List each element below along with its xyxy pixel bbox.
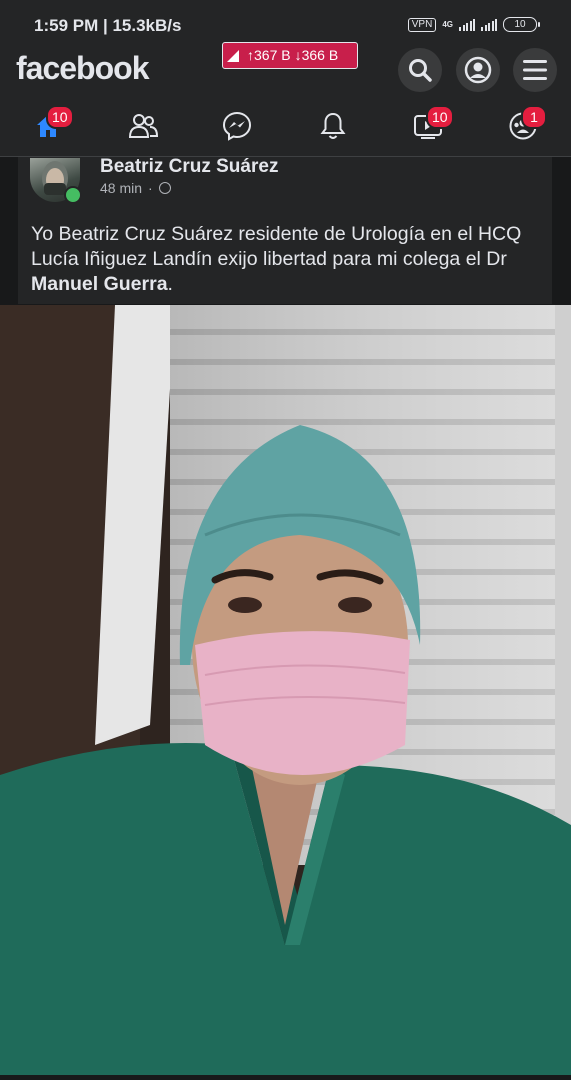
bell-icon [320, 112, 346, 139]
tab-messenger[interactable] [215, 108, 259, 144]
nav-tabs: 10 10 1 [0, 96, 571, 157]
search-button[interactable] [398, 48, 442, 92]
network-speed-badge: ↑367 B ↓366 B [222, 42, 358, 69]
online-status-dot [64, 186, 82, 204]
groups-badge: 1 [521, 105, 547, 129]
tab-notifications[interactable] [311, 108, 355, 144]
post-text-main: Yo Beatriz Cruz Suárez residente de Urol… [31, 223, 522, 270]
speed-down: ↓366 B [294, 47, 339, 63]
facebook-logo[interactable]: facebook [16, 50, 149, 87]
messenger-icon [222, 111, 252, 141]
post-text-end: . [167, 273, 173, 295]
home-badge: 10 [46, 105, 74, 129]
post-photo[interactable] [0, 305, 571, 1075]
globe-icon [158, 182, 171, 194]
tab-friends[interactable] [121, 108, 165, 144]
status-indicators: VPN 4G 10 [407, 17, 540, 32]
tab-groups[interactable]: 1 [501, 105, 547, 144]
tab-home[interactable]: 10 [26, 105, 74, 144]
friends-icon [128, 114, 159, 138]
selfie-illustration [0, 305, 571, 1075]
signal-triangle-icon [227, 49, 239, 62]
meta-separator: · [148, 180, 153, 196]
tab-watch[interactable]: 10 [406, 105, 454, 144]
bottom-strip [0, 1075, 571, 1080]
watch-badge: 10 [426, 105, 454, 129]
battery-icon: 10 [503, 17, 540, 32]
search-icon [409, 59, 432, 82]
post-meta: 48 min · [100, 180, 171, 196]
network-type: 4G [442, 19, 453, 29]
signal-icon-2 [481, 18, 497, 31]
post-time[interactable]: 48 min [100, 180, 142, 196]
profile-button[interactable] [456, 48, 500, 92]
post-text-mention[interactable]: Manuel Guerra [31, 273, 168, 295]
signal-icon [459, 18, 475, 31]
speed-up: ↑367 B [247, 47, 291, 63]
status-bar: 1:59 PM | 15.3kB/s VPN 4G 10 [0, 0, 571, 48]
post-text: Yo Beatriz Cruz Suárez residente de Urol… [31, 222, 536, 297]
status-time-speed: 1:59 PM | 15.3kB/s [34, 16, 182, 35]
app-header: facebook ↑367 B ↓366 B [0, 42, 571, 96]
menu-button[interactable] [513, 48, 557, 92]
profile-icon [464, 56, 492, 84]
vpn-indicator: VPN [407, 17, 437, 32]
post-author-name[interactable]: Beatriz Cruz Suárez [100, 156, 278, 178]
menu-icon [523, 60, 547, 80]
